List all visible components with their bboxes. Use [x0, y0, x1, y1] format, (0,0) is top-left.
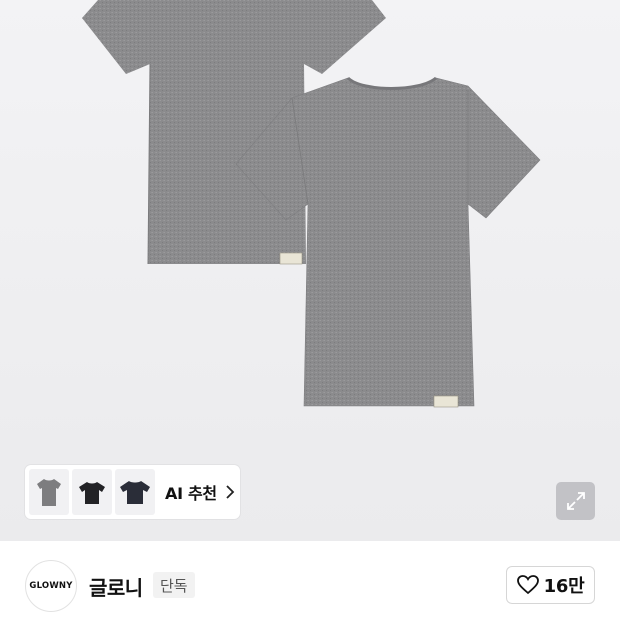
like-count: 16만: [543, 576, 585, 597]
ai-recommendation-label[interactable]: AI 추천: [165, 480, 217, 504]
ai-recommendation-bar[interactable]: AI 추천: [25, 465, 240, 519]
navy-tshirt-thumbnail[interactable]: [115, 469, 155, 515]
expand-image-button[interactable]: [556, 482, 595, 520]
gray-tshirt-pair-image: [82, 0, 541, 408]
exclusive-badge: 단독: [153, 572, 195, 598]
heart-icon: [516, 575, 539, 595]
navy-tshirt-thumbnail-icon: [120, 481, 150, 504]
gray-tshirt-thumbnail-icon: [37, 479, 61, 506]
brand-name[interactable]: 글로니: [89, 572, 143, 601]
black-tshirt-thumbnail[interactable]: [72, 469, 112, 515]
chevron-right-icon[interactable]: [225, 485, 235, 499]
product-image-area[interactable]: AI 추천: [0, 0, 620, 541]
black-tshirt-thumbnail-icon: [79, 482, 105, 504]
expand-arrows-icon: [566, 492, 585, 510]
brand-row: GLOWNY 글로니 단독 16만: [0, 541, 620, 620]
brand-logo-text: GLOWNY: [29, 581, 73, 591]
like-button[interactable]: 16만: [506, 566, 595, 604]
brand-logo[interactable]: GLOWNY: [25, 560, 77, 612]
gray-tshirt-thumbnail[interactable]: [29, 469, 69, 515]
